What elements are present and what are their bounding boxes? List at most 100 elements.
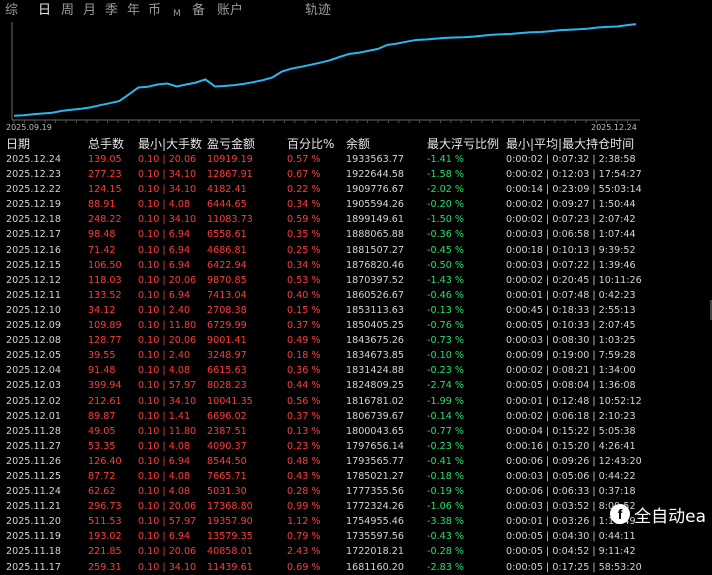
cell-date: 2025.11.24: [6, 486, 61, 498]
table-row[interactable]: 2025.12.05 39.55 0.10 | 2.40 3248.97 0.18 % 1…: [0, 348, 712, 363]
cell-balance: 1800043.65: [346, 425, 404, 437]
header-lots[interactable]: 总手数: [88, 136, 124, 152]
table-row[interactable]: 2025.12.03 399.94 0.10 | 57.97 8028.23 0.44 …: [0, 378, 712, 393]
cell-date: 2025.12.10: [6, 304, 61, 316]
cell-minmax: 0.10 | 2.40: [138, 304, 191, 316]
cell-lots: 118.03: [88, 274, 122, 286]
table-row[interactable]: 2025.11.24 62.62 0.10 | 4.08 5031.30 0.28 % 1…: [0, 484, 712, 499]
cell-time: 0:00:02 | 0:07:23 | 2:07:42: [506, 214, 636, 226]
cell-date: 2025.11.28: [6, 425, 61, 437]
table-row[interactable]: 2025.12.10 34.12 0.10 | 2.40 2708.38 0.15 % 1…: [0, 303, 712, 318]
table-row[interactable]: 2025.11.18 221.85 0.10 | 20.06 40858.01 2.43…: [0, 544, 712, 559]
cell-pl: 6729.99: [207, 320, 247, 332]
cell-pl: 8544.50: [207, 455, 247, 467]
tab-5[interactable]: 年: [127, 2, 140, 20]
cell-pct: 0.37 %: [287, 320, 321, 332]
cell-pl: 4182.41: [207, 184, 247, 196]
cell-lots: 248.22: [88, 214, 122, 226]
table-row[interactable]: 2025.12.01 89.87 0.10 | 1.41 6696.02 0.37 % 1…: [0, 409, 712, 424]
cell-date: 2025.11.21: [6, 501, 61, 513]
tab-4[interactable]: 季: [105, 2, 118, 20]
cell-lots: 139.05: [88, 154, 122, 165]
cell-float: -0.73 %: [427, 335, 464, 347]
cell-minmax: 0.10 | 34.10: [138, 561, 197, 573]
cell-pct: 0.35 %: [287, 229, 321, 241]
header-time[interactable]: 最小|平均|最大持仓时间: [506, 136, 634, 152]
header-balance[interactable]: 余额: [346, 136, 370, 152]
cell-float: -1.06 %: [427, 501, 464, 513]
cell-minmax: 0.10 | 4.08: [138, 199, 191, 211]
table-row[interactable]: 2025.12.16 71.42 0.10 | 6.94 4686.81 0.25 % 1…: [0, 243, 712, 258]
table-row[interactable]: 2025.11.28 49.05 0.10 | 11.80 2387.51 0.13 %…: [0, 424, 712, 439]
header-minmax[interactable]: 最小|大手数: [138, 136, 202, 152]
table-row[interactable]: 2025.11.27 53.35 0.10 | 4.08 4090.37 0.23 % 1…: [0, 439, 712, 454]
table-row[interactable]: 2025.11.19 193.02 0.10 | 6.94 13579.35 0.79 …: [0, 529, 712, 544]
cell-time: 0:00:05 | 0:10:33 | 2:07:45: [506, 320, 636, 332]
cell-time: 0:00:01 | 0:07:48 | 0:42:23: [506, 289, 636, 301]
cell-minmax: 0.10 | 1.41: [138, 410, 191, 422]
cell-lots: 193.02: [88, 531, 122, 543]
table-row[interactable]: 2025.12.18 248.22 0.10 | 34.10 11083.73 0.59…: [0, 212, 712, 227]
tab-6[interactable]: 币: [148, 2, 161, 20]
table-row[interactable]: 2025.11.21 296.73 0.10 | 20.06 17368.80 0.99…: [0, 499, 712, 514]
cell-pl: 4686.81: [207, 244, 247, 256]
table-row[interactable]: 2025.12.08 128.77 0.10 | 20.06 9001.41 0.49 …: [0, 333, 712, 348]
cell-minmax: 0.10 | 34.10: [138, 184, 197, 196]
equity-chart: 2025.09.19 2025.12.24: [6, 22, 640, 132]
table-body: 2025.12.24 139.05 0.10 | 20.06 10919.19 0.57…: [0, 152, 712, 575]
x-start-label: 2025.09.19: [6, 123, 52, 132]
tab-9[interactable]: 账户: [217, 2, 243, 20]
header-pl[interactable]: 盈亏金额: [207, 136, 255, 152]
tab-1[interactable]: 日: [38, 2, 51, 20]
cell-balance: 1735597.56: [346, 531, 404, 543]
cell-float: -2.02 %: [427, 184, 464, 196]
table-row[interactable]: 2025.12.04 91.48 0.10 | 4.08 6615.63 0.36 % 1…: [0, 363, 712, 378]
cell-balance: 1850405.25: [346, 320, 404, 332]
table-row[interactable]: 2025.12.02 212.61 0.10 | 34.10 10041.35 0.56…: [0, 394, 712, 409]
cell-pl: 2387.51: [207, 425, 247, 437]
tab-3[interactable]: 月: [83, 2, 96, 20]
table-row[interactable]: 2025.12.12 118.03 0.10 | 20.06 9870.85 0.53 …: [0, 273, 712, 288]
table-row[interactable]: 2025.12.19 88.91 0.10 | 4.08 6444.65 0.34 % 1…: [0, 197, 712, 212]
cell-pl: 2708.38: [207, 304, 247, 316]
table-row[interactable]: 2025.12.24 139.05 0.10 | 20.06 10919.19 0.57…: [0, 152, 712, 167]
cell-minmax: 0.10 | 6.94: [138, 531, 191, 543]
table-row[interactable]: 2025.11.26 126.40 0.10 | 6.94 8544.50 0.48 %…: [0, 454, 712, 469]
cell-pct: 0.59 %: [287, 214, 321, 226]
cell-lots: 39.55: [88, 350, 116, 362]
table-row[interactable]: 2025.12.23 277.23 0.10 | 34.10 12867.91 0.67…: [0, 167, 712, 182]
cell-minmax: 0.10 | 20.06: [138, 335, 197, 347]
table-row[interactable]: 2025.12.11 133.52 0.10 | 6.94 7413.04 0.40 %…: [0, 288, 712, 303]
tab-2[interactable]: 周: [61, 2, 74, 20]
cell-pct: 0.56 %: [287, 395, 321, 407]
cell-minmax: 0.10 | 34.10: [138, 395, 197, 407]
cell-lots: 133.52: [88, 289, 122, 301]
header-pct[interactable]: 百分比%: [287, 136, 334, 152]
cell-pl: 6422.94: [207, 259, 247, 271]
cell-lots: 53.35: [88, 440, 116, 452]
cell-pct: 0.25 %: [287, 244, 321, 256]
table-row[interactable]: 2025.12.17 98.48 0.10 | 6.94 6558.61 0.35 % 1…: [0, 227, 712, 242]
cell-pl: 19357.90: [207, 516, 253, 528]
tab-0[interactable]: 综: [5, 2, 18, 20]
cell-pl: 10041.35: [207, 395, 253, 407]
table-row[interactable]: 2025.11.25 87.72 0.10 | 4.08 7665.71 0.43 % 1…: [0, 469, 712, 484]
table-row[interactable]: 2025.12.09 109.89 0.10 | 11.80 6729.99 0.37 …: [0, 318, 712, 333]
cell-time: 0:00:09 | 0:19:00 | 7:59:28: [506, 350, 636, 362]
cell-date: 2025.12.04: [6, 365, 61, 377]
header-date[interactable]: 日期: [6, 136, 30, 152]
cell-balance: 1785021.27: [346, 470, 404, 482]
table-row[interactable]: 2025.11.17 259.31 0.10 | 34.10 11439.61 0.69…: [0, 560, 712, 575]
table-row[interactable]: 2025.12.15 106.50 0.10 | 6.94 6422.94 0.34 %…: [0, 258, 712, 273]
cell-lots: 259.31: [88, 561, 122, 573]
cell-pct: 0.99 %: [287, 501, 321, 513]
cell-balance: 1797656.14: [346, 440, 404, 452]
table-row[interactable]: 2025.11.20 511.53 0.10 | 57.97 19357.90 1.12…: [0, 514, 712, 529]
cell-minmax: 0.10 | 34.10: [138, 169, 197, 181]
cell-float: -0.45 %: [427, 244, 464, 256]
header-float[interactable]: 最大浮亏比例: [427, 136, 499, 152]
table-row[interactable]: 2025.12.22 124.15 0.10 | 34.10 4182.41 0.22 …: [0, 182, 712, 197]
tab-8[interactable]: 备: [192, 2, 205, 20]
cell-minmax: 0.10 | 57.97: [138, 380, 197, 392]
cell-lots: 89.87: [88, 410, 116, 422]
